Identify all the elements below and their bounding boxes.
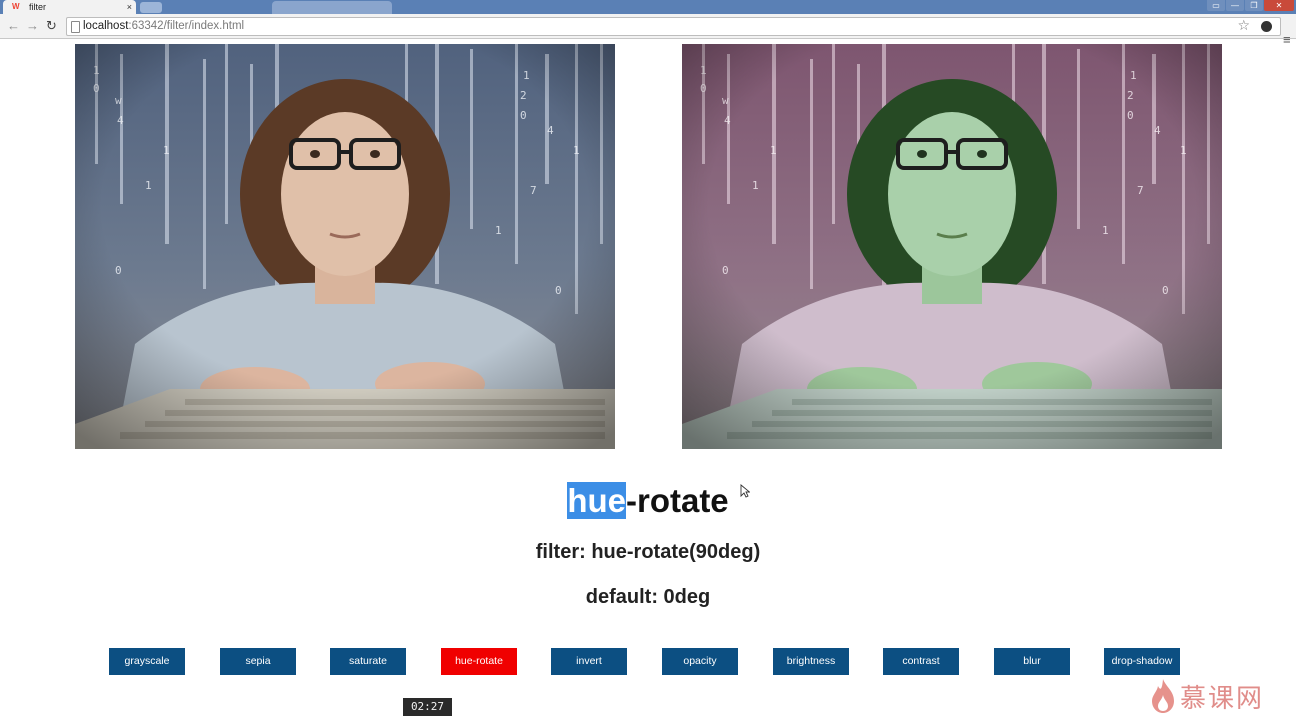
- bookmark-star-icon[interactable]: ☆: [1237, 17, 1250, 34]
- browser-toolbar: ← → ↻ localhost:63342/filter/index.html …: [0, 14, 1296, 47]
- flame-logo-icon: [1152, 679, 1174, 713]
- tab-strip: W filter × ▭ — ❐ ✕: [0, 0, 1296, 14]
- tab-close-icon[interactable]: ×: [127, 0, 132, 14]
- blur-button[interactable]: blur: [994, 648, 1070, 675]
- sepia-button[interactable]: sepia: [220, 648, 296, 675]
- window-maximize-button[interactable]: ❐: [1245, 0, 1263, 11]
- filter-title: hue-rotate: [0, 480, 1296, 522]
- invert-button[interactable]: invert: [551, 648, 627, 675]
- filter-button-row: grayscale sepia saturate hue-rotate inve…: [0, 648, 1296, 676]
- original-photo-image: 10w 411 120 417 100: [75, 44, 615, 449]
- filter-value: filter: hue-rotate(90deg): [535, 541, 761, 563]
- webstorm-favicon-icon: W: [12, 2, 20, 11]
- back-icon[interactable]: ←: [7, 18, 20, 34]
- drop-shadow-button[interactable]: drop-shadow: [1104, 648, 1180, 675]
- new-tab-button[interactable]: [140, 2, 162, 13]
- address-bar[interactable]: localhost:63342/filter/index.html ☆: [66, 17, 1281, 36]
- selected-text: hue: [567, 482, 626, 519]
- watermark: 慕课网: [1150, 676, 1264, 716]
- saturate-button[interactable]: saturate: [330, 648, 406, 675]
- default-value: default: 0deg: [585, 586, 711, 608]
- opacity-button[interactable]: opacity: [662, 648, 738, 675]
- tab-background[interactable]: [272, 1, 392, 14]
- contrast-button[interactable]: contrast: [883, 648, 959, 675]
- brightness-button[interactable]: brightness: [773, 648, 849, 675]
- hue-rotate-filter: 10w 411 120 417 100: [682, 44, 1222, 449]
- reload-icon[interactable]: ↻: [46, 18, 57, 34]
- watermark-text: 慕课网: [1180, 682, 1265, 713]
- menu-icon[interactable]: ≡: [1283, 32, 1291, 47]
- forward-icon[interactable]: →: [26, 18, 39, 34]
- tab-filter[interactable]: W filter ×: [3, 0, 136, 14]
- video-timecode: 02:27: [403, 698, 452, 716]
- window-minimize-button[interactable]: —: [1226, 0, 1244, 11]
- page-icon: [71, 21, 80, 33]
- title-rest: -rotate: [625, 482, 729, 519]
- window-close-button[interactable]: ✕: [1264, 0, 1294, 11]
- extension-icon[interactable]: [1261, 21, 1272, 32]
- grayscale-button[interactable]: grayscale: [109, 648, 185, 675]
- original-photo: 10w 411 120 417 100: [75, 44, 615, 449]
- tab-title: filter: [29, 2, 47, 12]
- mouse-cursor-icon: [740, 484, 750, 498]
- filtered-photo-image: 10w 411 120 417 100: [682, 44, 1222, 449]
- hue-rotate-button[interactable]: hue-rotate: [441, 648, 517, 675]
- window-controls: ▭ — ❐ ✕: [1207, 0, 1294, 12]
- url-text: localhost:63342/filter/index.html: [83, 20, 245, 32]
- window-user-button[interactable]: ▭: [1207, 0, 1225, 11]
- filtered-photo: 10w 411 120 417 100: [682, 44, 1222, 449]
